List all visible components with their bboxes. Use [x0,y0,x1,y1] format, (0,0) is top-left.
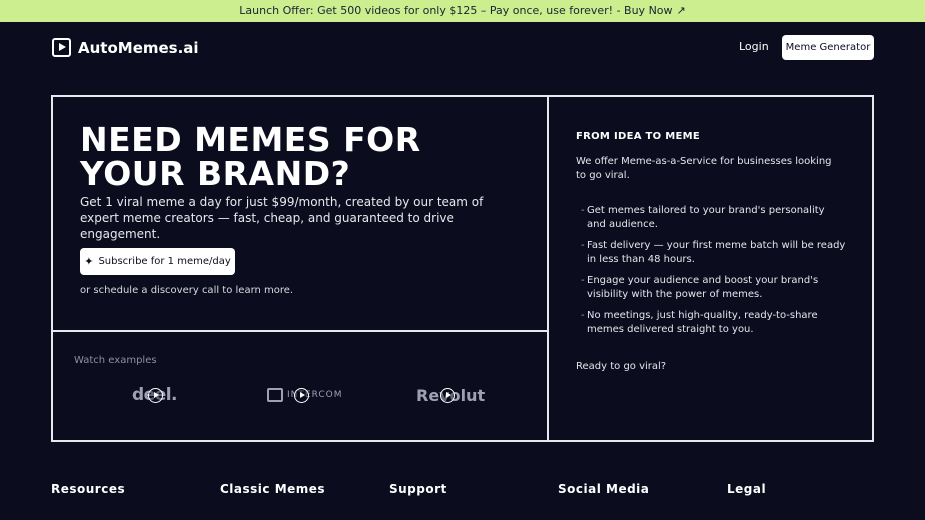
brand-logo[interactable]: AutoMemes.ai [52,38,199,57]
footer-heading-resources: Resources [51,482,126,496]
examples-panel: Watch examples deel. INTERCOM Revolut [51,331,549,442]
hero-subtitle: Get 1 viral meme a day for just $99/mont… [80,195,484,241]
play-icon[interactable] [440,388,455,403]
info-heading: FROM IDEA TO MEME [576,131,701,142]
hero-title: NEED MEMES FOR YOUR BRAND? [80,120,421,193]
footer-heading-social-media: Social Media [558,482,650,496]
footer-heading-classic-memes: Classic Memes [220,482,326,496]
watch-examples-label: Watch examples [74,355,157,366]
list-item: Engage your audience and boost your bran… [581,274,846,302]
schedule-call-link[interactable]: or schedule a discovery call to learn mo… [80,285,293,296]
login-link[interactable]: Login [739,40,769,53]
list-item: No meetings, just high-quality, ready-to… [581,309,846,337]
intercom-mark-icon [267,388,283,402]
arrow-up-right-icon: ↗ [676,4,686,17]
top-nav: AutoMemes.ai Login Meme Generator [0,22,925,72]
meme-generator-button[interactable]: Meme Generator [782,35,874,60]
subscribe-button-label: Subscribe for 1 meme/day [98,256,231,267]
promo-banner[interactable]: Launch Offer: Get 500 videos for only $1… [0,0,925,22]
brand-name: AutoMemes.ai [78,38,199,57]
list-item: Fast delivery — your first meme batch wi… [581,239,846,267]
footer-heading-support: Support [389,482,447,496]
sparkle-icon: ✦ [84,255,94,268]
info-panel: FROM IDEA TO MEME We offer Meme-as-a-Ser… [548,95,874,442]
play-icon[interactable] [294,388,309,403]
footer-heading-legal: Legal [727,482,767,496]
example-logos: deel. INTERCOM Revolut [53,383,551,407]
benefits-list: Get memes tailored to your brand's perso… [581,204,846,344]
promo-banner-text[interactable]: Launch Offer: Get 500 videos for only $1… [239,4,672,17]
subscribe-button[interactable]: ✦ Subscribe for 1 meme/day [80,248,235,275]
hero-panel: NEED MEMES FOR YOUR BRAND? Get 1 viral m… [51,95,549,332]
info-intro: We offer Meme-as-a-Service for businesse… [576,156,832,181]
play-icon[interactable] [148,388,163,403]
list-item: Get memes tailored to your brand's perso… [581,204,846,232]
info-closing: Ready to go viral? [576,361,667,372]
play-square-icon [52,38,71,57]
